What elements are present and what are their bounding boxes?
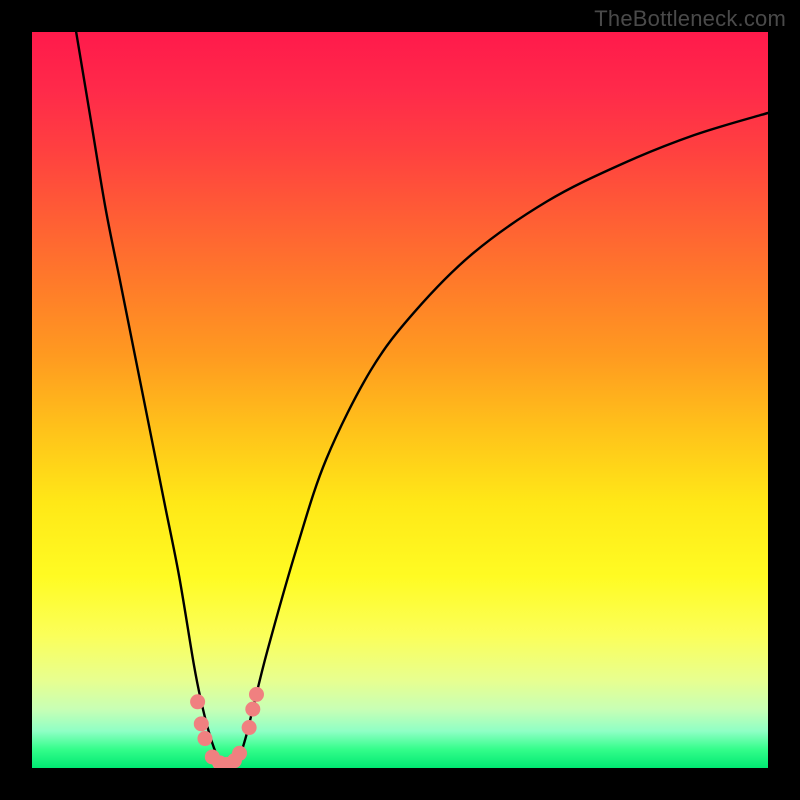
data-marker: [194, 716, 209, 731]
data-marker: [242, 720, 257, 735]
marker-group: [190, 687, 264, 768]
data-marker: [249, 687, 264, 702]
data-marker: [245, 702, 260, 717]
chart-frame: TheBottleneck.com: [0, 0, 800, 800]
data-marker: [232, 746, 247, 761]
curve-svg: [32, 32, 768, 768]
gradient-plot-area: [32, 32, 768, 768]
data-marker: [197, 731, 212, 746]
watermark-text: TheBottleneck.com: [594, 6, 786, 32]
bottleneck-curve: [76, 32, 768, 768]
data-marker: [190, 694, 205, 709]
